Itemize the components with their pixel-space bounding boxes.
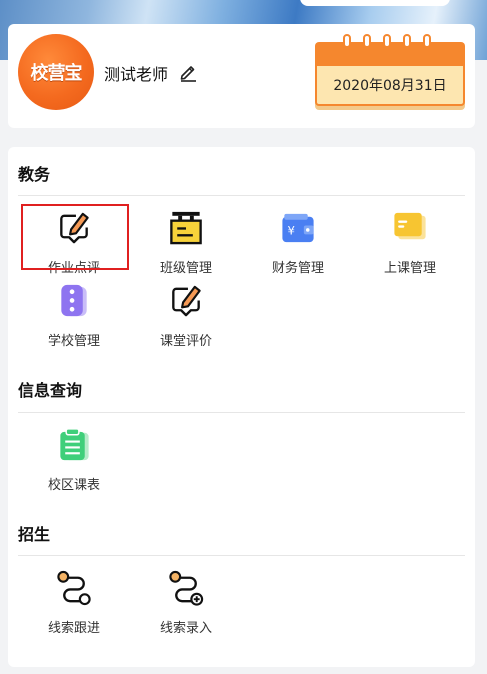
calendar-body: 2020年08月31日 (315, 66, 465, 106)
grid-label: 上课管理 (383, 261, 436, 276)
current-date: 2020年08月31日 (333, 78, 447, 94)
grid-label: 财务管理 (271, 261, 324, 276)
search-pill[interactable] (300, 0, 450, 6)
clipboard-list-icon (60, 428, 89, 461)
calendar-widget: 2020年08月31日 (315, 34, 465, 106)
calendar-ring-icon (383, 34, 391, 48)
grid-label: 课堂评价 (159, 334, 212, 349)
divider (18, 195, 465, 196)
teacher-name: 测试老师 (104, 65, 169, 84)
grid-item-homework-review[interactable]: 作业点评 (18, 204, 130, 276)
grid-item-class-evaluation[interactable]: 课堂评价 (130, 277, 242, 349)
grid-label: 班级管理 (159, 261, 212, 276)
section-title-academic: 教务 (18, 165, 51, 184)
calendar-ring-icon (423, 34, 431, 48)
pen-note-icon (172, 285, 201, 317)
grid-item-lead-entry[interactable]: 线索录入 (130, 564, 242, 636)
profile-card: 校营宝 测试老师 2020年08月31日 (8, 24, 475, 128)
grid-label: 校区课表 (47, 478, 100, 493)
grid-item-school-management[interactable]: 学校管理 (18, 277, 130, 349)
divider (18, 555, 465, 556)
grid-label: 学校管理 (47, 334, 100, 349)
grid-label: 线索录入 (159, 621, 212, 636)
grid-item-lead-followup[interactable]: 线索跟进 (18, 564, 130, 636)
calendar-ring-icon (363, 34, 371, 48)
calendar-ring-icon (343, 34, 351, 48)
grid-item-campus-schedule[interactable]: 校区课表 (18, 421, 130, 493)
grid-label: 线索跟进 (47, 621, 100, 636)
logo-text: 校营宝 (30, 63, 83, 84)
section-title-recruit: 招生 (18, 525, 51, 544)
route-icon (57, 570, 91, 606)
school-list-icon (61, 284, 87, 317)
calendar-ring-icon (403, 34, 411, 48)
grid-item-finance-management[interactable]: ¥ 财务管理 (242, 204, 354, 276)
school-logo: 校营宝 (18, 34, 94, 110)
pencil-edit-icon[interactable] (178, 62, 198, 82)
section-title-info: 信息查询 (18, 381, 83, 400)
svg-text:¥: ¥ (287, 223, 294, 237)
divider (18, 412, 465, 413)
pen-note-icon (60, 212, 89, 244)
route-add-icon (169, 570, 204, 606)
wallet-icon: ¥ (282, 213, 314, 243)
class-sign-icon (170, 211, 202, 245)
grid-item-class-management[interactable]: 班级管理 (130, 204, 242, 276)
grid-item-lesson-management[interactable]: 上课管理 (354, 204, 466, 276)
card-stack-icon (394, 212, 426, 240)
grid-label: 作业点评 (47, 261, 100, 276)
menu-card: 教务 作业点评 班级管理 ¥ 财务管理 上课管理 学校管理 课堂评价 信息查询 … (8, 147, 475, 667)
